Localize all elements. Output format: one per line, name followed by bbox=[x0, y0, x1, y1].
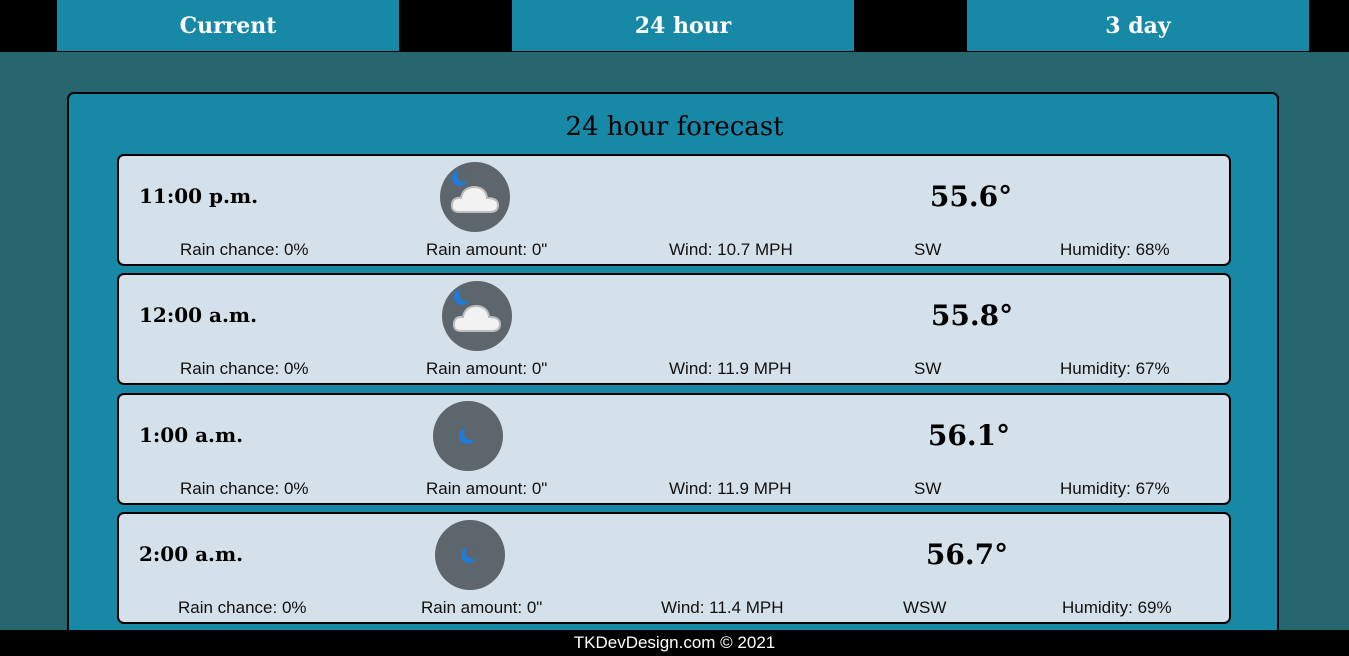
humidity: Humidity: 68% bbox=[1060, 240, 1170, 259]
rain-amount: Rain amount: 0" bbox=[426, 240, 548, 259]
footer-credit: TKDevDesign.com © 2021 bbox=[573, 633, 776, 652]
hour-time: 12:00 a.m. bbox=[139, 303, 258, 327]
top-nav: Current 24 hour 3 day bbox=[0, 0, 1349, 52]
clear-night-moon-icon bbox=[435, 520, 505, 590]
wind-speed: Wind: 11.4 MPH bbox=[661, 598, 784, 617]
rain-amount: Rain amount: 0" bbox=[426, 479, 548, 498]
rain-chance: Rain chance: 0% bbox=[180, 479, 309, 498]
tab-current[interactable]: Current bbox=[57, 0, 399, 51]
footer: TKDevDesign.com © 2021 bbox=[0, 630, 1349, 656]
humidity: Humidity: 67% bbox=[1060, 359, 1170, 378]
page-title: 24 hour forecast bbox=[565, 112, 784, 142]
hour-temperature: 56.7° bbox=[925, 538, 1009, 571]
tab-24-hour[interactable]: 24 hour bbox=[512, 0, 854, 51]
hour-time: 11:00 p.m. bbox=[139, 184, 259, 208]
wind-direction: SW bbox=[914, 359, 942, 378]
hour-card: 1:00 a.m. 56.1° Rain chance: 0% Rain amo… bbox=[117, 393, 1231, 505]
hour-time: 2:00 a.m. bbox=[139, 542, 244, 566]
rain-amount: Rain amount: 0" bbox=[421, 598, 543, 617]
hour-card: 11:00 p.m. 55.6° Rain chance: 0% Rain am… bbox=[117, 154, 1231, 266]
wind-speed: Wind: 10.7 MPH bbox=[669, 240, 793, 259]
rain-amount: Rain amount: 0" bbox=[426, 359, 548, 378]
hour-temperature: 55.6° bbox=[929, 180, 1013, 213]
wind-direction: SW bbox=[914, 479, 942, 498]
wind-speed: Wind: 11.9 MPH bbox=[669, 479, 792, 498]
partly-cloudy-night-icon bbox=[442, 281, 512, 351]
rain-chance: Rain chance: 0% bbox=[180, 240, 309, 259]
hour-card: 12:00 a.m. 55.8° Rain chance: 0% Rain am… bbox=[117, 273, 1231, 385]
hour-time: 1:00 a.m. bbox=[139, 423, 244, 447]
rain-chance: Rain chance: 0% bbox=[178, 598, 307, 617]
wind-direction: SW bbox=[914, 240, 942, 259]
rain-chance: Rain chance: 0% bbox=[180, 359, 309, 378]
tab-3-day[interactable]: 3 day bbox=[967, 0, 1309, 51]
humidity: Humidity: 69% bbox=[1062, 598, 1172, 617]
wind-direction: WSW bbox=[903, 598, 947, 617]
clear-night-moon-icon bbox=[433, 401, 503, 471]
hour-card: 2:00 a.m. 56.7° Rain chance: 0% Rain amo… bbox=[117, 512, 1231, 624]
humidity: Humidity: 67% bbox=[1060, 479, 1170, 498]
hour-temperature: 55.8° bbox=[930, 299, 1014, 332]
wind-speed: Wind: 11.9 MPH bbox=[669, 359, 792, 378]
partly-cloudy-night-icon bbox=[440, 162, 510, 232]
hour-temperature: 56.1° bbox=[927, 419, 1011, 452]
